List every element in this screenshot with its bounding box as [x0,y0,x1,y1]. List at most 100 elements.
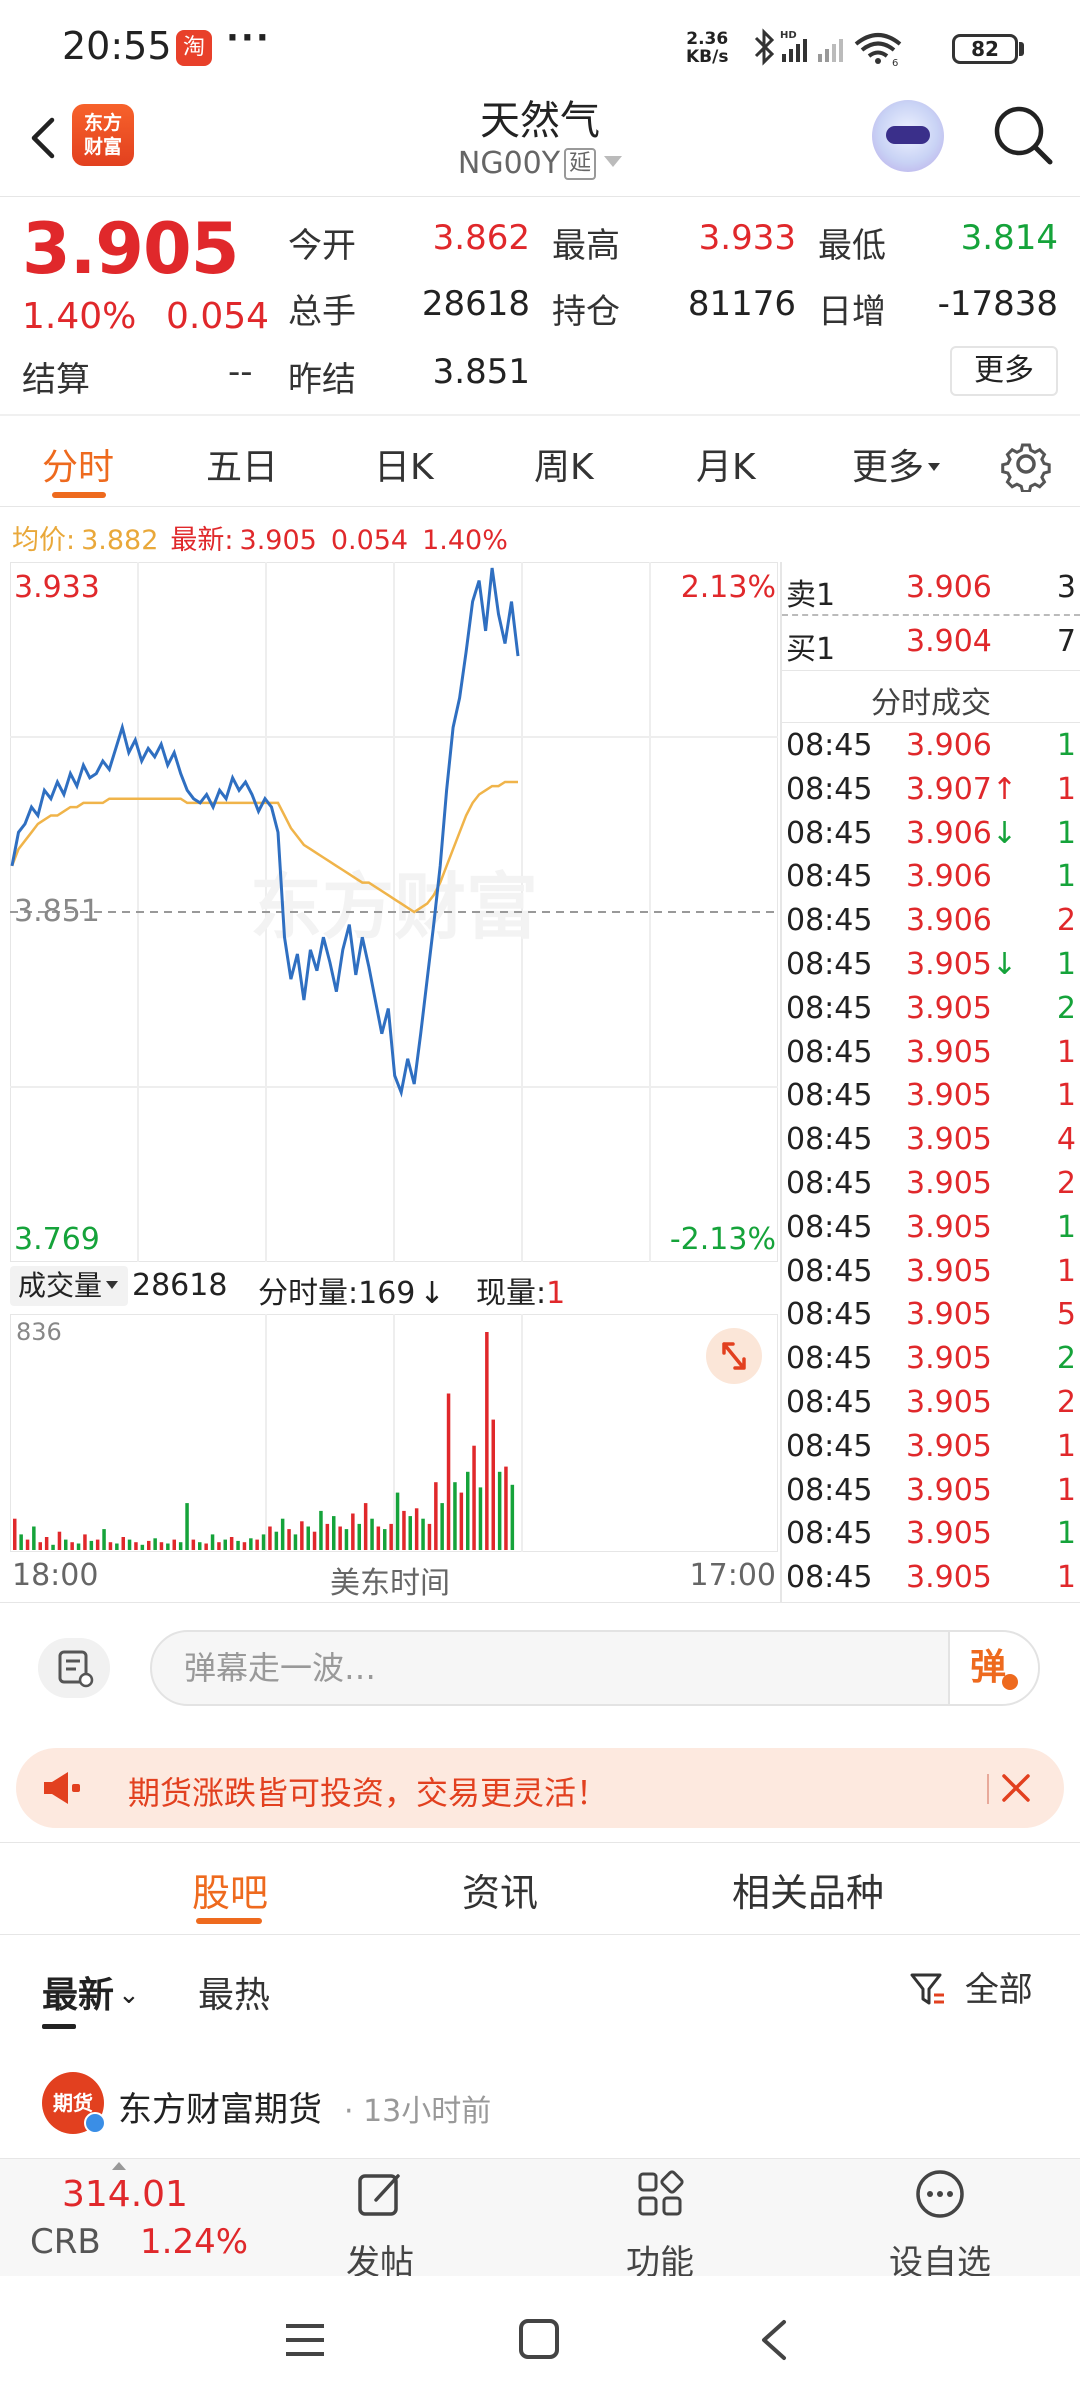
arrow-down-icon: ↓ [991,815,1018,851]
search-icon[interactable] [988,100,1058,170]
volume-bar [32,1526,36,1550]
trade-time: 08:45 [786,1516,873,1552]
trades-title: 分时成交 [871,686,991,721]
expand-icon[interactable] [706,1328,762,1384]
menu-icon[interactable] [284,2320,326,2360]
active-tab-indicator [196,1918,262,1924]
tab-more[interactable]: 更多 [852,438,941,490]
bid-row: 买1 3.904 7 [786,624,1076,667]
volume-bar [427,1523,432,1550]
trade-price: 3.905 [906,1034,992,1070]
open-interest-value: 81176 [687,284,796,324]
danmu-input[interactable]: 弹幕走一波… [150,1630,1040,1706]
y-axis-bottom-pct: -2.13% [669,1222,776,1257]
tab-related[interactable]: 相关品种 [732,1862,884,1917]
volume-bar [185,1503,189,1550]
volume-bar [421,1518,425,1550]
trade-row: 08:45 3.905 1 [782,1035,1080,1079]
crb-index-value[interactable]: 314.01 [62,2174,188,2215]
volume-bar [287,1529,291,1550]
svg-text:6: 6 [892,58,898,68]
current-volume: 现量:1 [476,1276,566,1311]
volume-bar [389,1523,393,1550]
tab-five-day[interactable]: 五日 [206,438,278,490]
tab-monthly-k[interactable]: 月K [696,438,756,490]
post-author[interactable]: 东方财富期货 [118,2082,322,2131]
ai-assistant-icon[interactable] [872,100,944,172]
tab-forum[interactable]: 股吧 [192,1862,268,1917]
trade-row: 08:45 3.905 1 [782,1254,1080,1298]
volume-max-label: 836 [16,1318,62,1346]
home-icon[interactable] [518,2318,560,2360]
daily-increase-value: -17838 [937,284,1058,324]
volume-bar [140,1544,145,1550]
high-label: 最高 [552,226,620,266]
volume-bar [44,1537,49,1550]
volume-bar [236,1540,240,1550]
latest-label: 最新: [170,525,234,556]
close-icon[interactable] [982,1764,1042,1814]
tab-intraday[interactable]: 分时 [42,438,114,490]
volume-bar [351,1513,355,1550]
trade-price: 3.905 [906,1516,992,1552]
back-icon[interactable] [756,2318,792,2362]
divider [0,1842,1080,1843]
trade-price: 3.905 [906,1166,992,1201]
danmu-button[interactable]: 弹 [948,1632,1038,1704]
trade-time: 08:45 [786,1341,873,1377]
more-quote-button[interactable]: 更多 [950,346,1058,396]
order-book: 卖1 3.906 3 买1 3.904 7 分时成交 08:45 3.906 1 08… [782,562,1080,1602]
trade-price: 3.905 [906,1297,992,1333]
post-button[interactable]: 发帖 [300,2166,460,2284]
chart-legend: 均价: 3.882 最新: 3.905 0.054 1.40% [12,518,508,557]
trade-price: 3.905 [906,1209,992,1245]
time-end: 17:00 [689,1558,776,1593]
divider [0,196,1080,197]
system-nav-bar [0,2276,1080,2400]
trade-price: 3.905↓ [906,947,1018,982]
volume-bar [159,1542,164,1550]
trade-volume: 1 [1056,771,1076,807]
intraday-price-chart[interactable]: 东方财富 [10,562,778,1262]
volume-bar [57,1531,62,1550]
trade-volume: 1 [1056,1560,1076,1596]
sort-indicator [42,2024,76,2029]
app-logo[interactable]: 东方 财富 [72,104,134,166]
tab-daily-k[interactable]: 日K [374,438,434,490]
add-watchlist-button[interactable]: 设自选 [860,2166,1020,2284]
volume-chart[interactable] [10,1314,778,1552]
battery-icon: 82 [952,34,1018,64]
note-list-icon[interactable] [38,1638,110,1698]
function-button[interactable]: 功能 [580,2166,740,2284]
trade-volume: 1 [1056,728,1076,763]
cellular-signal-icon: HD [780,30,807,62]
volume-bar [312,1531,317,1550]
volume-value: 28618 [421,284,530,324]
gear-icon[interactable] [998,436,1054,492]
sort-hot[interactable]: 最热 [198,1966,270,2018]
volume-bar [115,1543,119,1550]
more-circle-icon [916,2170,964,2218]
volume-bar [19,1534,23,1550]
time-zone-label: 美东时间 [330,1566,450,1601]
back-arrow-icon[interactable] [18,108,78,168]
ask-row: 卖1 3.906 3 [786,570,1076,613]
latest-change: 0.054 [330,525,409,556]
trade-row: 08:45 3.905 1 [782,1473,1080,1517]
trade-time: 08:45 [786,771,873,807]
volume-bar [370,1518,374,1550]
volume-bar [446,1393,451,1550]
trade-price: 3.906 [906,859,992,895]
volume-bar [414,1508,419,1550]
trade-volume: 1 [1056,1516,1076,1552]
indicator-select[interactable]: 成交量 [10,1266,128,1306]
tab-weekly-k[interactable]: 周K [534,438,594,490]
trade-volume: 1 [1056,1034,1076,1070]
filter-button[interactable]: 全部 [908,1962,1033,2011]
trade-volume: 2 [1056,990,1076,1026]
tab-news[interactable]: 资讯 [462,1862,538,1917]
sort-latest[interactable]: 最新 ⌄ [42,1966,140,2018]
check-badge-icon [1002,1674,1018,1690]
contract-code-selector[interactable]: NG00Y 延 [340,146,740,181]
crb-index-label: CRB [30,2222,101,2262]
